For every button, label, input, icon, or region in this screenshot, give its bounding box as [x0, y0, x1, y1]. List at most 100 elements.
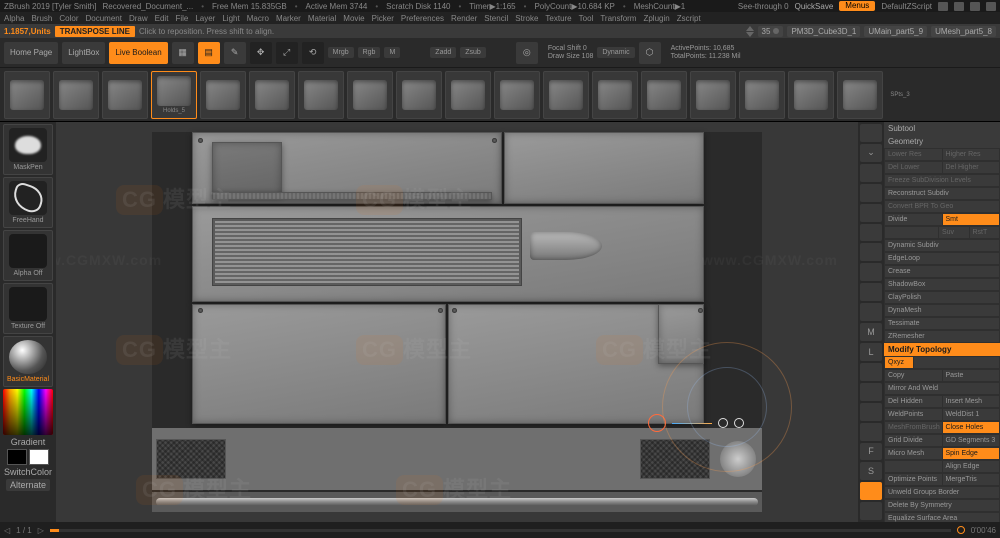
rail-aah-icon[interactable]	[860, 283, 882, 301]
lightbox-button[interactable]: LightBox	[62, 42, 105, 64]
shelf-item[interactable]	[739, 71, 785, 119]
tool-tab-2[interactable]: UMain_part5_9	[864, 26, 927, 37]
alternate-button[interactable]: Alternate	[6, 479, 50, 491]
mrgb-chip[interactable]: Mrgb	[328, 47, 354, 58]
switchcolor-button[interactable]: SwitchColor	[4, 467, 52, 477]
paste-button[interactable]: Paste	[943, 370, 1000, 381]
mirror-weld-button[interactable]: Mirror And Weld	[885, 383, 999, 394]
freeze-subdiv-button[interactable]: Freeze SubDivision Levels	[885, 175, 999, 186]
welddist-slider[interactable]: WeldDist 1	[943, 409, 1000, 420]
rail-move-icon[interactable]	[860, 363, 882, 381]
del-lower-button[interactable]: Del Lower	[885, 162, 942, 173]
menu-layer[interactable]: Layer	[195, 14, 215, 23]
menu-zscript[interactable]: Zscript	[677, 14, 701, 23]
move-icon[interactable]: ✥	[250, 42, 272, 64]
crease-header[interactable]: Crease	[885, 266, 999, 277]
m-chip[interactable]: M	[384, 47, 400, 58]
rail-flat-icon[interactable]	[860, 184, 882, 202]
delete-by-symmetry-button[interactable]: Delete By Symmetry	[885, 500, 999, 511]
alpha-slot[interactable]: Alpha Off	[3, 230, 53, 281]
rail-xpos-icon[interactable]	[860, 263, 882, 281]
canvas[interactable]	[152, 132, 762, 512]
menus-toggle[interactable]: Menus	[839, 1, 875, 11]
suv-toggle[interactable]: Suv	[939, 227, 969, 238]
menu-movie[interactable]: Movie	[343, 14, 364, 23]
home-button[interactable]: Home Page	[4, 42, 58, 64]
menu-zplugin[interactable]: Zplugin	[643, 14, 669, 23]
subtool-header[interactable]: Subtool	[884, 122, 1000, 135]
menu-brush[interactable]: Brush	[31, 14, 52, 23]
live-boolean-button[interactable]: Live Boolean	[109, 42, 167, 64]
menu-transform[interactable]: Transform	[600, 14, 636, 23]
menu-texture[interactable]: Texture	[545, 14, 571, 23]
swatch-primary[interactable]	[29, 449, 49, 465]
shelf-item[interactable]	[690, 71, 736, 119]
tool-tab-3[interactable]: UMesh_part5_8	[931, 26, 996, 37]
rail-⌄-icon[interactable]: ⌄	[860, 144, 882, 162]
convert-bpr-button[interactable]: Convert BPR To Geo	[885, 201, 999, 212]
material-slot[interactable]: BasicMaterial	[3, 336, 53, 387]
projection-master-icon[interactable]: ▦	[172, 42, 194, 64]
stroke-slot[interactable]: FreeHand	[3, 177, 53, 228]
divide-button[interactable]: Divide	[885, 214, 942, 225]
edit-mode-icon[interactable]: ▤	[198, 42, 220, 64]
optimize-points-button[interactable]: Optimize Points	[885, 474, 942, 485]
menu-stroke[interactable]: Stroke	[515, 14, 538, 23]
lower-res-button[interactable]: Lower Res	[885, 149, 942, 160]
dynamic-subdiv-header[interactable]: Dynamic Subdiv	[885, 240, 999, 251]
shelf-item[interactable]	[396, 71, 442, 119]
menu-marker[interactable]: Marker	[276, 14, 301, 23]
shelf-item[interactable]	[200, 71, 246, 119]
align-edge-button[interactable]: Align Edge	[943, 461, 1000, 472]
dynamic-chip[interactable]: Dynamic	[597, 47, 634, 58]
see-through-slider[interactable]: See-through 0	[738, 2, 789, 11]
close-holes-button[interactable]: Close Holes	[943, 422, 1000, 433]
history-arrows[interactable]	[746, 26, 754, 37]
rstt-toggle[interactable]: RstT	[970, 227, 1000, 238]
shelf-item[interactable]	[788, 71, 834, 119]
smt-toggle[interactable]: Smt	[943, 214, 1000, 225]
rail-half-icon[interactable]	[860, 243, 882, 261]
shadowbox-header[interactable]: ShadowBox	[885, 279, 999, 290]
rail-scal-icon[interactable]	[860, 383, 882, 401]
zremesher-header[interactable]: ZRemesher	[885, 331, 999, 342]
shelf-item[interactable]	[837, 71, 883, 119]
rail-bpr-icon[interactable]	[860, 124, 882, 142]
menu-picker[interactable]: Picker	[372, 14, 394, 23]
claypolish-header[interactable]: ClayPolish	[885, 292, 999, 303]
shelf-item[interactable]	[53, 71, 99, 119]
brush-slot[interactable]: MaskPen	[3, 124, 53, 175]
rail-m-icon[interactable]: M	[860, 323, 882, 341]
shelf-item[interactable]	[4, 71, 50, 119]
window-close-icon[interactable]	[986, 2, 996, 11]
copy-button[interactable]: Copy	[885, 370, 942, 381]
tool-tab-1[interactable]: PM3D_Cube3D_1	[787, 26, 860, 37]
quicksave-button[interactable]: QuickSave	[795, 2, 834, 11]
grid-divide-button[interactable]: Grid Divide	[885, 435, 942, 446]
shelf-item[interactable]	[543, 71, 589, 119]
focal-shift-readout[interactable]: Focal Shift 0	[548, 45, 594, 52]
spin-edge-button[interactable]: Spin Edge	[943, 448, 1000, 459]
rail-l-icon[interactable]: L	[860, 343, 882, 361]
zsub-chip[interactable]: Zsub	[460, 47, 486, 58]
menu-stencil[interactable]: Stencil	[484, 14, 508, 23]
menu-tool[interactable]: Tool	[579, 14, 594, 23]
shelf-item[interactable]	[494, 71, 540, 119]
rail-zoom-icon[interactable]	[860, 224, 882, 242]
weldpoints-button[interactable]: WeldPoints	[885, 409, 942, 420]
dynamesh-header[interactable]: DynaMesh	[885, 305, 999, 316]
menu-draw[interactable]: Draw	[129, 14, 148, 23]
menu-edit[interactable]: Edit	[155, 14, 169, 23]
rail-actv-icon[interactable]	[860, 204, 882, 222]
qxyz-toggle[interactable]: Qxyz	[885, 357, 913, 368]
menu-render[interactable]: Render	[451, 14, 477, 23]
shelf-item[interactable]	[298, 71, 344, 119]
gradient-toggle[interactable]: Gradient	[11, 437, 46, 447]
sdiv-slider[interactable]	[885, 227, 938, 238]
menu-macro[interactable]: Macro	[247, 14, 269, 23]
texture-slot[interactable]: Texture Off	[3, 283, 53, 334]
tessimate-header[interactable]: Tessimate	[885, 318, 999, 329]
window-minimize-icon[interactable]	[954, 2, 964, 11]
micromesh-button[interactable]: Micro Mesh	[885, 448, 942, 459]
del-higher-button[interactable]: Del Higher	[943, 162, 1000, 173]
